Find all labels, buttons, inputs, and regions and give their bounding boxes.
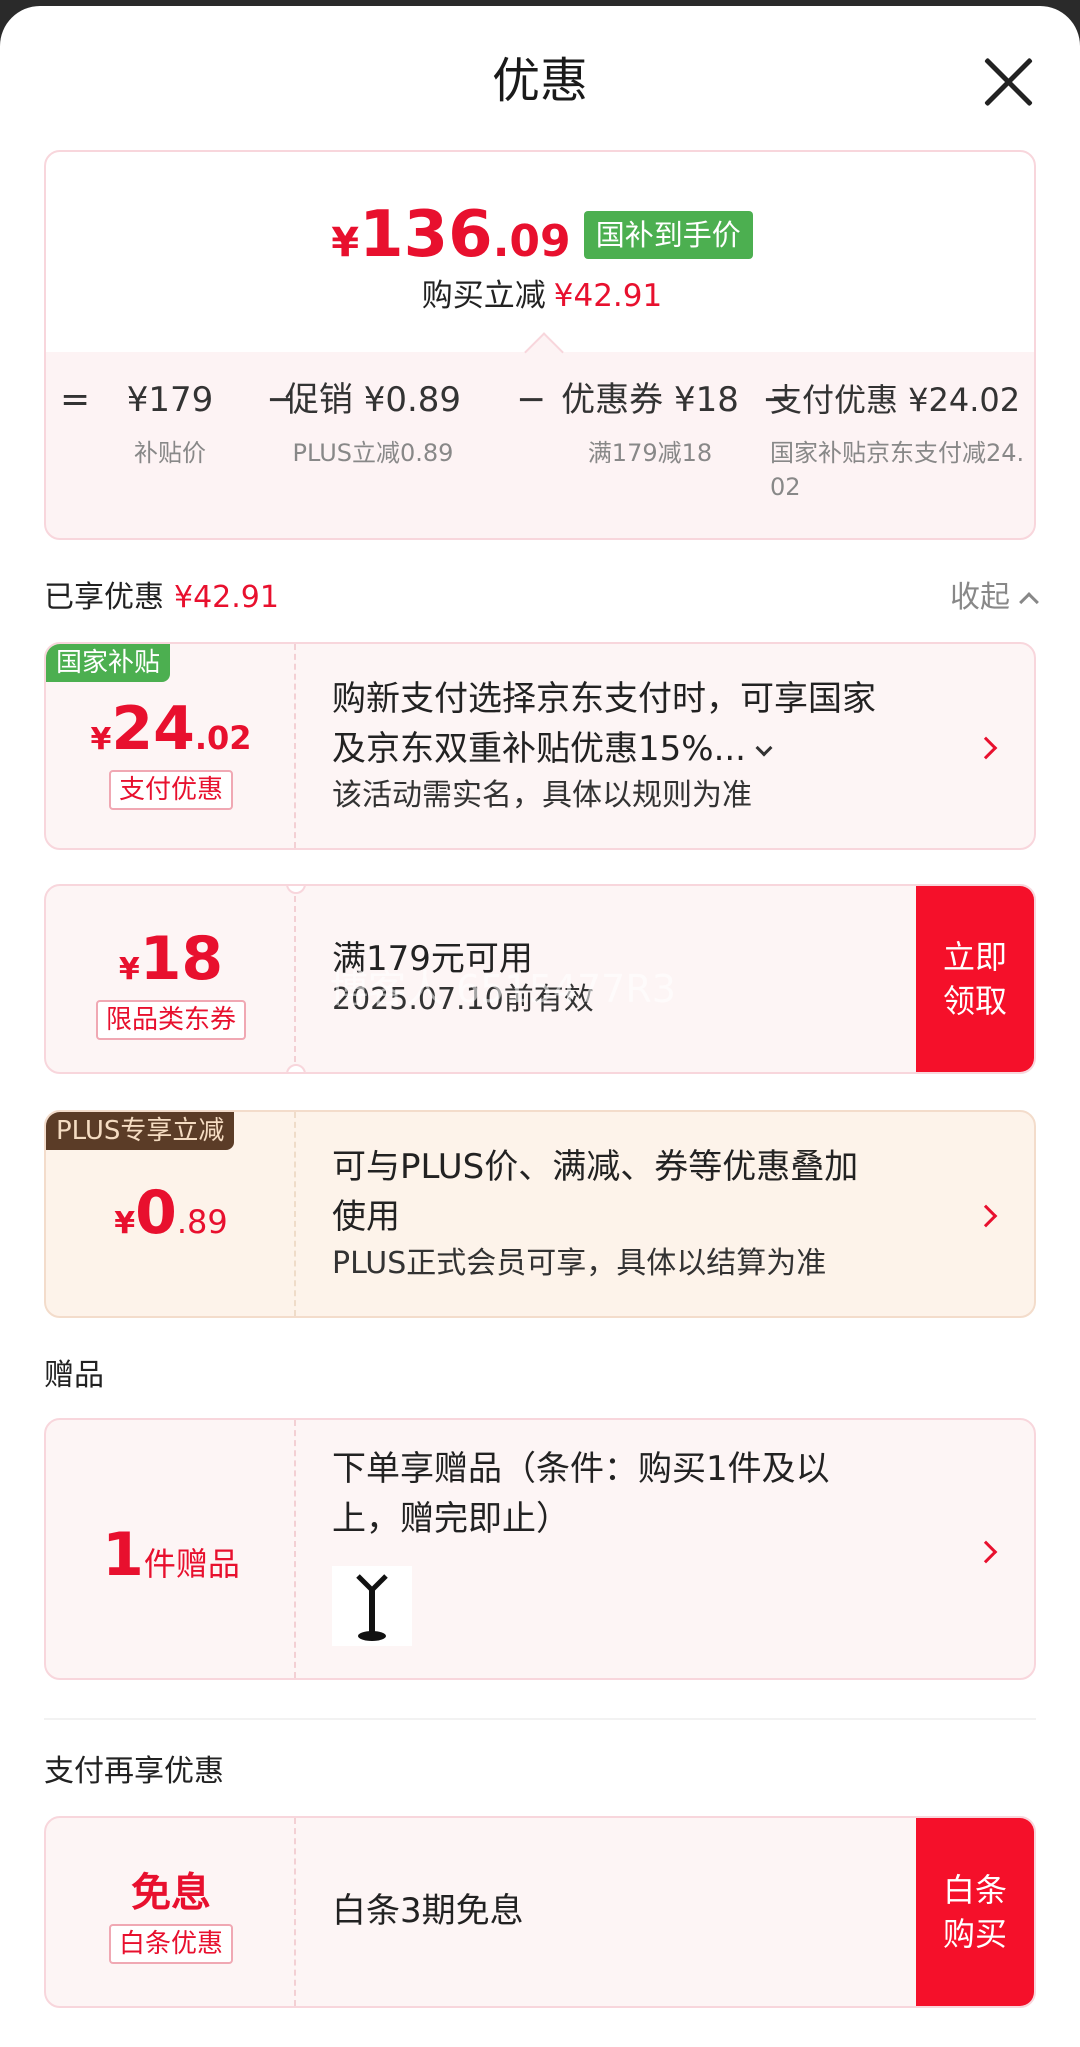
interest-free-block: 免息 白条优惠	[46, 1860, 296, 1964]
gift-count: 1件赠品	[46, 1520, 296, 1590]
baitiao-description: 白条3期免息	[332, 1886, 524, 1936]
gov-subsidy-price-badge: 国补到手价	[583, 211, 753, 259]
amount-decimal: .02	[194, 719, 252, 757]
formula-value: 支付优惠 ¥24.02	[770, 381, 1021, 419]
formula-label: 补贴价	[134, 439, 206, 467]
discount-type-tag: 支付优惠	[108, 770, 233, 810]
gov-subsidy-tag: 国家补贴	[46, 644, 171, 682]
formula-label: 国家补贴京东支付减24.02	[770, 439, 1025, 501]
formula-item-coupon: 优惠券 ¥18 满179减18	[520, 372, 780, 470]
chevron-down-icon[interactable]	[755, 739, 773, 757]
formula-item-promotion: 促销 ¥0.89 PLUS立减0.89	[268, 372, 478, 470]
formula-item-subsidy-price: ¥179 补贴价	[110, 372, 230, 470]
amount-integer: 24	[111, 694, 195, 764]
baitiao-desc: 白条3期免息	[332, 1891, 524, 1931]
card-left: ¥18 限品类东券	[46, 886, 296, 1072]
card-left: 免息 白条优惠	[46, 1818, 296, 2006]
formula-label: 满179减18	[587, 439, 713, 467]
gift-stand-icon	[332, 1566, 412, 1646]
enjoyed-discount-title: 已享优惠 ¥42.91	[44, 572, 279, 616]
plus-amount: ¥0.89	[46, 1178, 296, 1248]
formula-value: 优惠券 ¥18	[561, 380, 739, 420]
discount-amount-block: ¥24.02 支付优惠	[46, 694, 296, 810]
button-line: 领取	[942, 982, 1007, 1020]
chevron-right-icon[interactable]	[974, 1540, 998, 1564]
gift-card[interactable]: 1件赠品 下单享赠品（条件：购买1件及以 上，赠完即止）	[44, 1418, 1036, 1680]
instant-discount-amount: ¥42.91	[553, 278, 663, 314]
watermark: 博客人 6515477R3	[330, 967, 676, 1011]
baitiao-buy-button[interactable]: 白条 购买	[916, 1818, 1034, 2006]
plus-exclusive-tag: PLUS专享立减	[46, 1112, 235, 1150]
button-line: 白条	[942, 1871, 1007, 1909]
price-decimal: .09	[492, 216, 571, 267]
gov-subsidy-card[interactable]: 国家补贴 ¥24.02 支付优惠 购新支付选择京东支付时，可享国家 及京东双重补…	[44, 642, 1036, 850]
discount-amount: ¥24.02	[46, 694, 296, 764]
sheet-header: 优惠	[0, 46, 1080, 116]
price-formula: = ¥179 补贴价 − 促销 ¥0.89 PLUS立减0.89 − 优惠券 ¥…	[46, 372, 1038, 532]
instant-discount: 购买立减 ¥42.91	[46, 270, 1038, 315]
baitiao-card: 免息 白条优惠 白条3期免息 白条购买	[44, 1816, 1036, 2008]
coupon-amount-block: ¥18 限品类东券	[46, 924, 296, 1040]
formula-value: ¥179	[126, 380, 214, 420]
gift-description: 下单享赠品（条件：购买1件及以 上，赠完即止）	[332, 1444, 830, 1544]
enjoyed-amount: ¥42.91	[174, 580, 279, 615]
final-price: ¥136.09	[331, 198, 570, 272]
gift-count-number: 1	[102, 1520, 144, 1590]
formula-label: PLUS立减0.89	[292, 439, 454, 467]
chevron-right-icon[interactable]	[974, 736, 998, 760]
card-description: 购新支付选择京东支付时，可享国家 及京东双重补贴优惠15%... 该活动需实名，…	[332, 674, 876, 818]
baitiao-type-tag: 白条优惠	[108, 1924, 233, 1964]
section-divider	[44, 1718, 1036, 1720]
chevron-up-icon	[1019, 592, 1039, 612]
final-price-row: ¥136.09 国补到手价	[46, 198, 1038, 272]
desc-line: 及京东双重补贴优惠15%...	[332, 729, 746, 769]
gift-product-image[interactable]	[332, 1566, 412, 1646]
collapse-label: 收起	[950, 580, 1010, 615]
enjoyed-label: 已享优惠	[44, 580, 164, 615]
currency-symbol: ¥	[118, 952, 140, 987]
claim-coupon-button[interactable]: 立即 领取	[916, 886, 1034, 1072]
card-left: 国家补贴 ¥24.02 支付优惠	[46, 644, 296, 848]
card-note: PLUS正式会员可享，具体以结算为准	[332, 1246, 827, 1281]
formula-item-payment: 支付优惠 ¥24.02 国家补贴京东支付减24.02	[770, 372, 1030, 504]
sheet-title: 优惠	[491, 53, 588, 109]
desc-line: 购新支付选择京东支付时，可享国家	[332, 679, 876, 719]
plus-description: 可与PLUS价、满减、券等优惠叠加 使用 PLUS正式会员可享，具体以结算为准	[332, 1142, 858, 1286]
currency-symbol: ¥	[331, 220, 360, 266]
card-left: 1件赠品	[46, 1420, 296, 1678]
amount-integer: 0	[135, 1178, 177, 1248]
gifts-section-title: 赠品	[44, 1358, 104, 1393]
coupon-amount: ¥18	[46, 924, 296, 994]
desc-line: 使用	[332, 1197, 400, 1237]
interest-free-title: 免息	[131, 1870, 211, 1916]
plus-discount-card[interactable]: PLUS专享立减 ¥0.89 可与PLUS价、满减、券等优惠叠加 使用 PLUS…	[44, 1110, 1036, 1318]
close-icon[interactable]	[980, 54, 1036, 110]
price-integer: 136	[359, 198, 493, 272]
coupon-notch	[286, 1064, 306, 1072]
amount-integer: 18	[139, 924, 224, 994]
desc-line: 上，赠完即止）	[332, 1499, 570, 1539]
gift-count-unit: 件赠品	[143, 1545, 240, 1583]
card-left: PLUS专享立减 ¥0.89	[46, 1112, 296, 1316]
collapse-button[interactable]: 收起	[950, 572, 1039, 616]
card-note: 该活动需实名，具体以规则为准	[332, 778, 752, 813]
equals-sign: =	[60, 379, 91, 420]
button-line: 立即	[942, 938, 1007, 976]
desc-line: 下单享赠品（条件：购买1件及以	[332, 1449, 830, 1489]
amount-decimal: .89	[176, 1203, 228, 1241]
coupon-type-tag: 限品类东券	[95, 1000, 246, 1040]
currency-symbol: ¥	[90, 722, 112, 757]
pointer-arrow	[524, 332, 564, 372]
instant-discount-label: 购买立减	[421, 278, 546, 314]
pay-more-section-title: 支付再享优惠	[44, 1754, 224, 1789]
desc-line: 可与PLUS价、满减、券等优惠叠加	[332, 1147, 859, 1187]
currency-symbol: ¥	[114, 1206, 136, 1241]
plus-amount-block: ¥0.89	[46, 1178, 296, 1248]
price-summary-card: ¥136.09 国补到手价 购买立减 ¥42.91 = ¥179 补贴价 − 促销…	[44, 150, 1036, 540]
desc-line-expandable[interactable]: 及京东双重补贴优惠15%...	[332, 724, 876, 774]
discount-sheet: 优惠 ¥136.09 国补到手价 购买立减 ¥42.91 = ¥179 补贴价 −…	[0, 6, 1080, 2047]
formula-value: 促销 ¥0.89	[284, 380, 462, 420]
chevron-right-icon[interactable]	[974, 1204, 998, 1228]
button-line: 购买	[942, 1915, 1007, 1953]
